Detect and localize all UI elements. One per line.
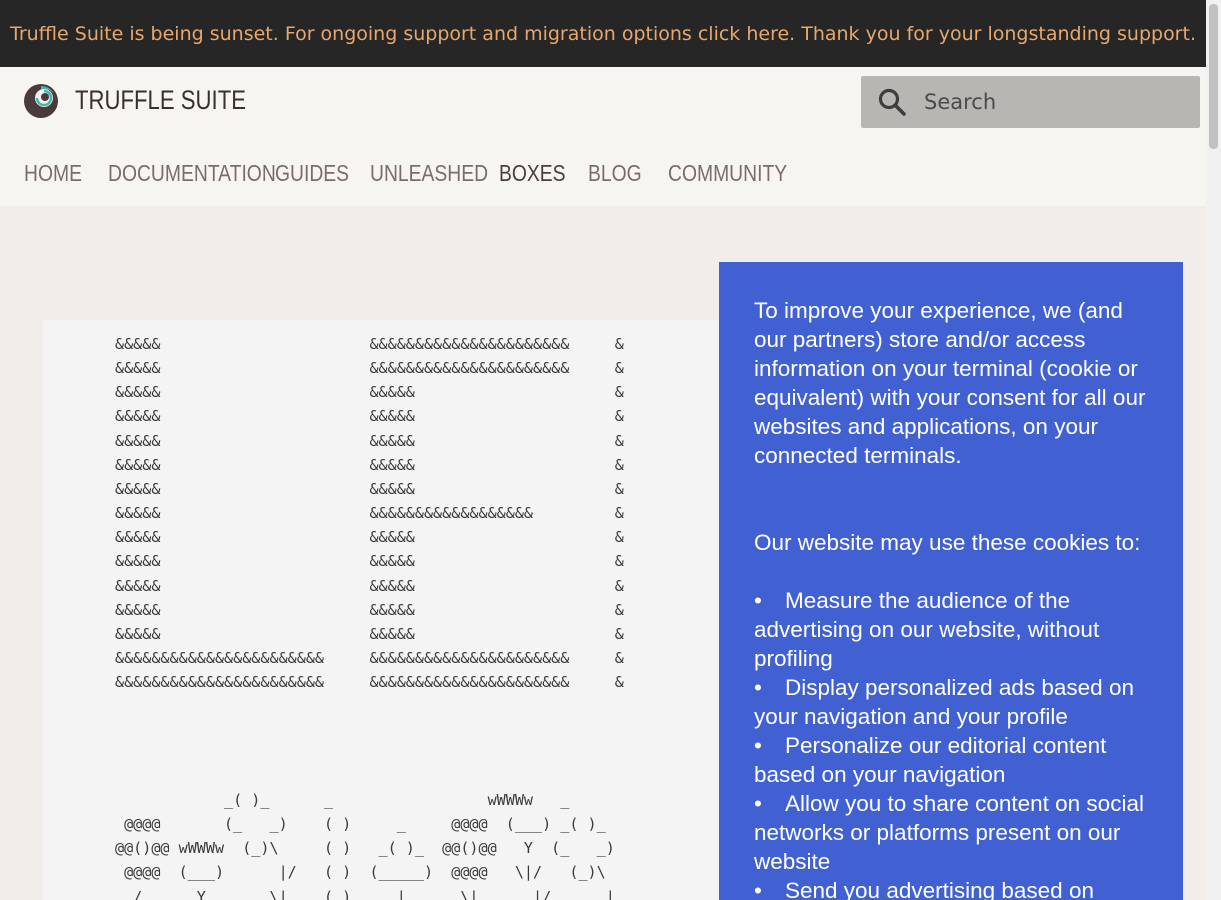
cookie-use-text: Display personalized ads based on your n… xyxy=(754,675,1134,729)
nav-home[interactable]: HOME xyxy=(24,160,82,187)
ascii-flowers-art: _( )_ _ wWWWw _ @@@@ (_ _) ( ) _ @@@@ (_… xyxy=(115,791,615,900)
cookie-uses-title: Our website may use these cookies to: xyxy=(754,530,1141,555)
list-item: • Measure the audience of the advertising… xyxy=(754,586,1154,673)
ascii-logo-text: &&&&& &&&&&&&&&&&&&&&&&&&&&& & &&&&& &&&… xyxy=(115,335,624,692)
page-scrollbar[interactable] xyxy=(1206,0,1221,900)
list-item: • Send you advertising based on xyxy=(754,876,1154,900)
list-item: • Display personalized ads based on your … xyxy=(754,673,1154,731)
search-icon[interactable] xyxy=(877,87,907,117)
search-input[interactable] xyxy=(924,76,1184,128)
brand-title[interactable]: TRUFFLE SUITE xyxy=(75,85,246,116)
bullet: • xyxy=(754,791,762,816)
nav-community[interactable]: COMMUNITY xyxy=(668,160,787,187)
ascii-code-block: &&&&& &&&&&&&&&&&&&&&&&&&&&& & &&&&& &&&… xyxy=(43,320,719,900)
cookie-use-text: Personalize our editorial content based … xyxy=(754,733,1107,787)
nav-documentation[interactable]: DOCUMENTATION xyxy=(108,160,276,187)
search-box[interactable] xyxy=(861,76,1200,128)
nav-guides[interactable]: GUIDES xyxy=(275,160,349,187)
cookie-use-text: Allow you to share content on social net… xyxy=(754,791,1144,874)
list-item: • Allow you to share content on social ne… xyxy=(754,789,1154,876)
bullet: • xyxy=(754,588,762,613)
bullet: • xyxy=(754,878,762,900)
sunset-banner-text[interactable]: Truffle Suite is being sunset. For ongoi… xyxy=(10,23,1196,45)
truffle-logo-icon[interactable] xyxy=(23,83,59,119)
site-header: TRUFFLE SUITE HOME DOCUMENTATION GUIDES … xyxy=(0,67,1206,206)
cookie-consent-panel: To improve your experience, we (and our … xyxy=(719,262,1183,900)
list-item: • Personalize our editorial content based… xyxy=(754,731,1154,789)
nav-blog[interactable]: BLOG xyxy=(588,160,642,187)
nav-boxes[interactable]: BOXES xyxy=(499,160,566,187)
sunset-banner[interactable]: Truffle Suite is being sunset. For ongoi… xyxy=(0,0,1206,67)
nav-unleashed[interactable]: UNLEASHED xyxy=(370,160,488,187)
cookie-use-text: Measure the audience of the advertising … xyxy=(754,588,1100,671)
bullet: • xyxy=(754,733,762,758)
cookie-intro-text: To improve your experience, we (and our … xyxy=(754,298,1146,468)
scrollbar-thumb[interactable] xyxy=(1209,4,1218,149)
cookie-use-text: Send you advertising based on xyxy=(785,878,1094,900)
bullet: • xyxy=(754,675,762,700)
cookie-uses-list: • Measure the audience of the advertising… xyxy=(754,586,1154,900)
